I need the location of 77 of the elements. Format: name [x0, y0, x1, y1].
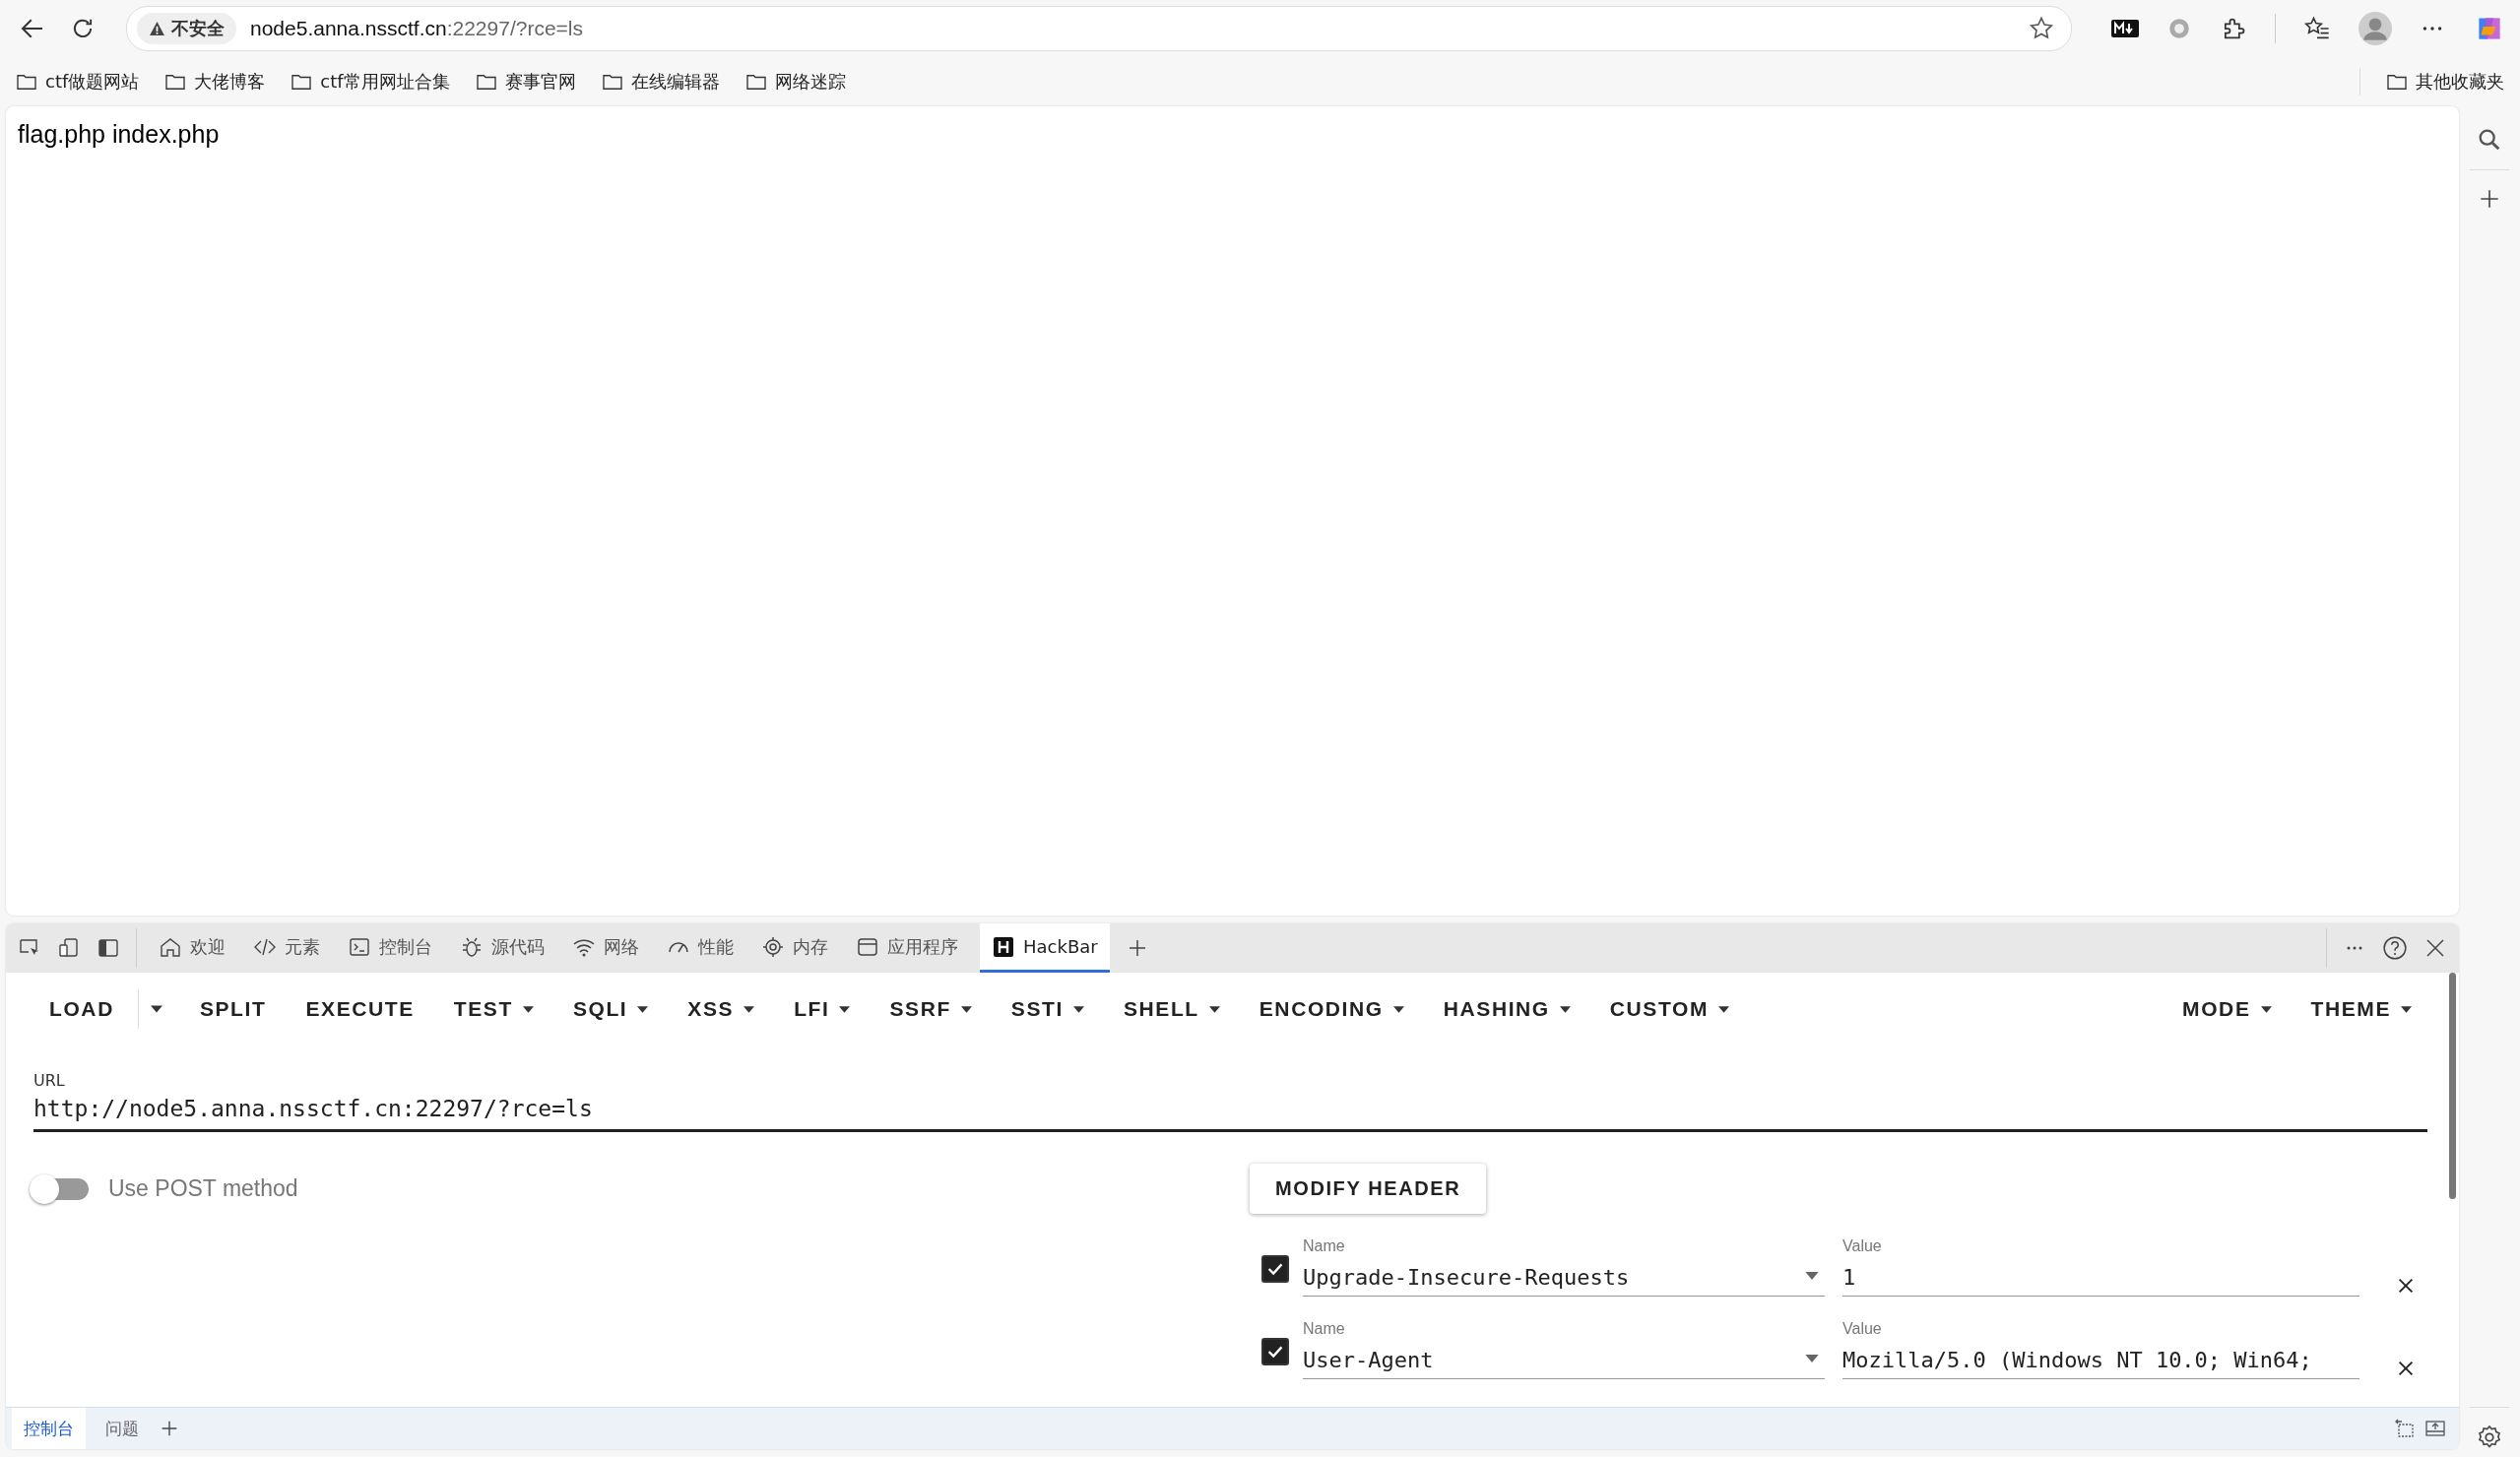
avatar-icon[interactable]	[2358, 12, 2392, 45]
caret-icon	[743, 1005, 755, 1013]
menu-button[interactable]: HASHING	[1427, 987, 1586, 1031]
modify-header-button[interactable]: MODIFY HEADER	[1250, 1164, 1487, 1214]
caret-icon	[1718, 1005, 1729, 1013]
folder-icon	[744, 73, 767, 91]
header-value-field[interactable]: Value 1	[1842, 1237, 2359, 1297]
folder-icon	[164, 73, 187, 91]
menu-button[interactable]: SSTI	[995, 987, 1100, 1031]
toggle-label: Use POST method	[108, 1175, 298, 1202]
devtools-tab[interactable]: 性能	[661, 923, 740, 973]
security-label[interactable]: 不安全	[137, 13, 236, 44]
menu-button[interactable]: SSRF	[873, 987, 988, 1031]
devtools-tab[interactable]: 元素	[247, 923, 326, 973]
checkbox[interactable]	[1261, 1255, 1289, 1283]
caret-icon	[2401, 1005, 2412, 1013]
bookmark-item[interactable]: ctf常用网址合集	[291, 70, 450, 94]
markdown-icon[interactable]	[2111, 20, 2139, 37]
menu-button[interactable]: MODE	[2166, 987, 2288, 1031]
address-bar[interactable]: 不安全 node5.anna.nssctf.cn:22297/?rce=ls	[126, 6, 2072, 51]
devtools-tab[interactable]: 源代码	[454, 923, 550, 973]
bookmark-item[interactable]: 大佬博客	[164, 70, 266, 94]
folder-icon	[601, 73, 623, 91]
header-name-field[interactable]: Name Upgrade-Insecure-Requests	[1303, 1237, 1825, 1297]
scrollbar-thumb[interactable]	[2448, 973, 2456, 1199]
bookmark-item[interactable]: 赛事官网	[475, 70, 576, 94]
folder-icon	[475, 73, 497, 91]
bookmark-item[interactable]: 网络迷踪	[744, 70, 846, 94]
page-text: flag.php index.php	[18, 120, 220, 148]
hackbar-logo-icon	[992, 934, 1015, 959]
load-button[interactable]: LOAD	[33, 987, 130, 1031]
devtools-tab[interactable]: 网络	[566, 923, 645, 973]
toolbar-button[interactable]: SPLIT	[183, 987, 283, 1031]
sidebar-icon[interactable]	[97, 936, 120, 960]
devtools-tab[interactable]: 控制台	[342, 923, 438, 973]
caret-icon	[1805, 1355, 1819, 1362]
folder-icon	[2386, 73, 2408, 91]
header-value-field[interactable]: Value Mozilla/5.0 (Windows NT 10.0; Win64;	[1842, 1320, 2359, 1379]
drawer-tab[interactable]: 问题	[94, 1408, 151, 1449]
devtools-tab[interactable]: HackBar	[980, 923, 1110, 973]
caret-icon	[1805, 1272, 1819, 1280]
caret-icon	[637, 1005, 649, 1013]
other-bookmarks[interactable]: 其他收藏夹	[2386, 70, 2504, 94]
caret-icon	[1392, 1005, 1404, 1013]
caret-icon	[839, 1005, 851, 1013]
checkbox[interactable]	[1261, 1338, 1289, 1365]
folder-icon	[16, 73, 37, 91]
drawer-tab[interactable]: 控制台	[12, 1408, 86, 1449]
caret-icon	[1559, 1005, 1571, 1013]
caret-icon[interactable]	[150, 1005, 162, 1013]
help-icon[interactable]	[2382, 935, 2408, 961]
menu-button[interactable]: SHELL	[1107, 987, 1236, 1031]
menu-button[interactable]: TEST	[437, 987, 549, 1031]
security-text: 不安全	[171, 17, 225, 40]
menu-button[interactable]: THEME	[2294, 987, 2427, 1031]
menu-button[interactable]: XSS	[672, 987, 771, 1031]
caret-icon	[2260, 1005, 2272, 1013]
bookmark-item[interactable]: ctf做题网站	[16, 70, 140, 94]
caret-icon	[960, 1005, 972, 1013]
toolbar-button[interactable]: EXECUTE	[290, 987, 430, 1031]
menu-button[interactable]: LFI	[778, 987, 867, 1031]
devtools-tab[interactable]: 内存	[755, 923, 834, 973]
menu-button[interactable]: SQLI	[556, 987, 665, 1031]
url-label: URL	[33, 1071, 66, 1090]
url-text: node5.anna.nssctf.cn:22297/?rce=ls	[250, 17, 584, 40]
bookmark-item[interactable]: 在线编辑器	[601, 70, 720, 94]
caret-icon	[522, 1005, 534, 1013]
device-icon[interactable]	[57, 936, 81, 960]
caret-icon	[1208, 1005, 1220, 1013]
caret-icon	[1072, 1005, 1084, 1013]
warning-icon	[149, 20, 165, 37]
devtools-tab[interactable]: 应用程序	[850, 923, 964, 973]
menu-button[interactable]: CUSTOM	[1593, 987, 1745, 1031]
menu-button[interactable]: ENCODING	[1243, 987, 1420, 1031]
header-name-field[interactable]: Name User-Agent	[1303, 1320, 1825, 1379]
folder-icon	[291, 73, 313, 91]
devtools-tab[interactable]: 欢迎	[153, 923, 231, 973]
